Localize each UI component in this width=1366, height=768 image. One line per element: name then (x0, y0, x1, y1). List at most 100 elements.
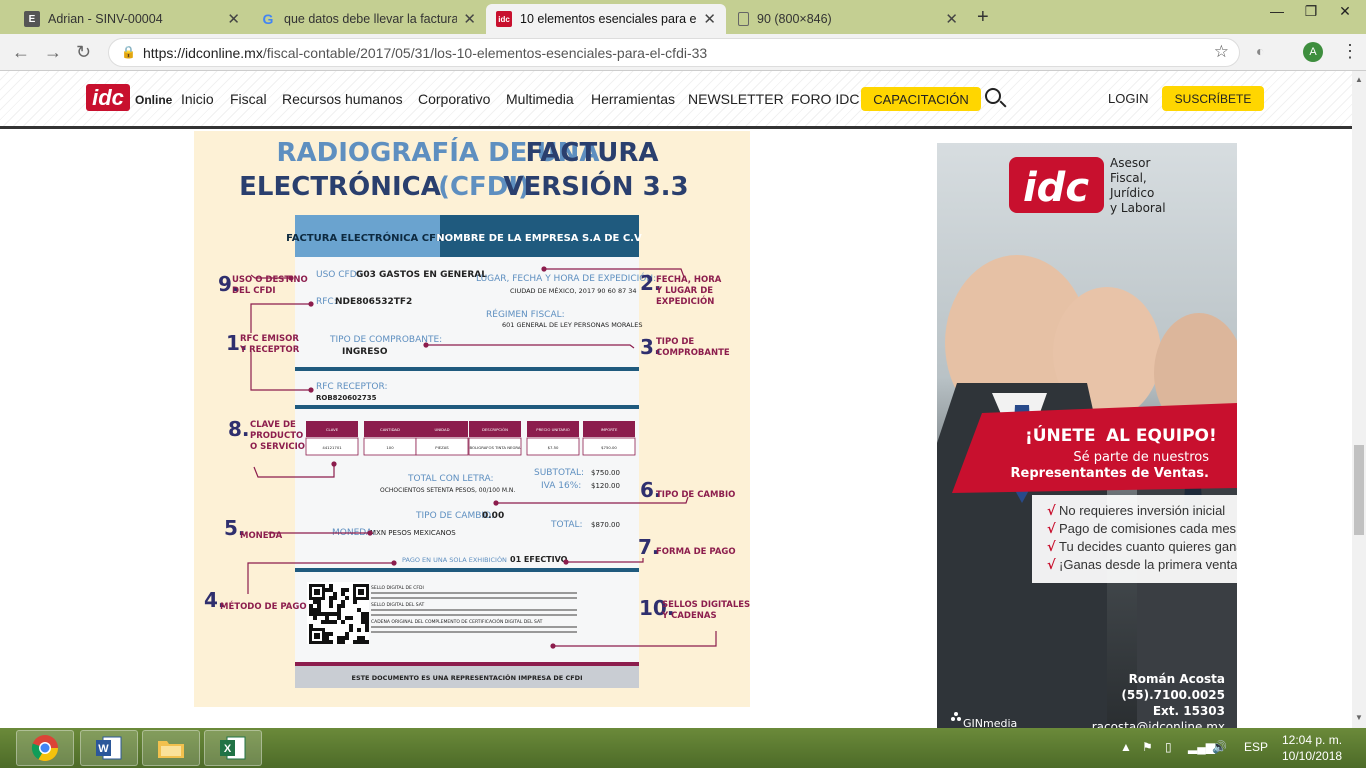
nav-newsletter[interactable]: NEWSLETTER (688, 91, 784, 107)
erp-favicon-icon: E (24, 11, 40, 27)
cfdi-infographic: RADIOGRAFÍA DE UNA FACTURA ELECTRÓNICA (… (194, 131, 750, 707)
volume-icon[interactable]: 🔊 (1212, 740, 1227, 754)
chrome-icon (31, 735, 59, 762)
close-tab-icon[interactable]: ✕ (463, 10, 476, 28)
table-cell-text: 100 (386, 445, 394, 450)
clock-date[interactable]: 10/10/2018 (1282, 749, 1342, 763)
tipo-comprobante-value: INGRESO (342, 347, 388, 357)
total-value: $870.00 (591, 521, 620, 529)
menu-icon[interactable]: ⋮ (1341, 41, 1359, 62)
table-header-text: UNIDAD (434, 427, 449, 432)
checkmark-icon: √ (1047, 540, 1056, 555)
nav-foro-idc[interactable]: FORO IDC (791, 91, 859, 107)
subscribe-button[interactable]: SUSCRÍBETE (1162, 86, 1264, 111)
google-favicon-icon: G (262, 11, 274, 27)
scroll-up-icon[interactable]: ▲ (1355, 75, 1363, 84)
rfc-label: RFC: (316, 297, 337, 307)
tab-google-search[interactable]: G que datos debe llevar la factura ✕ (250, 4, 486, 34)
ad-contact-name: Román Acosta (1129, 672, 1225, 686)
table-header-text: PRECIO UNITARIO (536, 427, 569, 432)
checkmark-icon: √ (1047, 504, 1056, 519)
ad-contact-phone: (55).7100.0025 (1121, 688, 1225, 702)
reload-icon[interactable]: ↻ (76, 42, 91, 63)
document-favicon-icon (738, 12, 749, 26)
word-icon: W (96, 736, 122, 760)
divider-bar (295, 568, 639, 572)
excel-taskbar-button[interactable]: X (204, 730, 262, 766)
ad-bullet-text: ¡Ganas desde la primera venta (1059, 557, 1237, 572)
table-header-text: DESCRIPCIÓN (482, 427, 508, 432)
tab-title: 10 elementos esenciales para el CFDI (520, 12, 697, 26)
table-header-text: CANTIDAD (380, 427, 400, 432)
table-header-text: IMPORTE (601, 427, 618, 432)
word-taskbar-button[interactable]: W (80, 730, 138, 766)
site-logo[interactable]: idc (86, 84, 130, 111)
header-left-text: FACTURA ELECTRÓNICA CFDI (286, 231, 448, 244)
total-label: TOTAL: (550, 520, 583, 530)
advertisement-banner[interactable]: idc Asesor Fiscal, Jurídico y Laboral ¡Ú… (937, 143, 1237, 728)
nav-multimedia[interactable]: Multimedia (506, 91, 574, 107)
ad-contact-email: racosta@idconline.mx (1092, 720, 1225, 728)
callout-label: Y CADENAS (661, 611, 717, 621)
address-bar[interactable]: 🔒 https://idconline.mx/fiscal-contable/2… (108, 38, 1240, 67)
tab-idc-article[interactable]: idc 10 elementos esenciales para el CFDI… (486, 4, 726, 34)
toolbar: ← → ↻ 🔒 https://idconline.mx/fiscal-cont… (0, 34, 1366, 71)
back-icon[interactable]: ← (12, 42, 30, 63)
nav-recursos-humanos[interactable]: Recursos humanos (282, 91, 403, 107)
callout-dot (550, 643, 556, 649)
site-header: idc Online Inicio Fiscal Recursos humano… (0, 71, 1352, 129)
bookmark-star-icon[interactable]: ☆ (1214, 42, 1229, 62)
capacitacion-button[interactable]: CAPACITACIÓN (861, 87, 981, 111)
forward-icon[interactable]: → (44, 42, 62, 63)
close-window-icon[interactable]: ✕ (1328, 0, 1362, 22)
page-viewport: idc Online Inicio Fiscal Recursos humano… (0, 71, 1366, 728)
callout-dot (563, 559, 569, 565)
ad-logo: idc (1023, 165, 1089, 211)
network-icon[interactable]: ▂▄▆ (1188, 740, 1215, 754)
tab-image[interactable]: 90 (800×846) ✕ (728, 4, 968, 34)
ad-headline-b: AL EQUIPO! (1106, 426, 1217, 446)
close-tab-icon[interactable]: ✕ (227, 10, 240, 28)
callout-number: 8. (228, 417, 250, 441)
callout-dot (331, 461, 337, 467)
callout-dot (308, 387, 314, 393)
language-indicator[interactable]: ESP (1244, 740, 1268, 754)
restore-icon[interactable]: ❐ (1294, 0, 1328, 22)
nav-inicio[interactable]: Inicio (181, 91, 214, 107)
nav-fiscal[interactable]: Fiscal (230, 91, 267, 107)
tipo-cambio-value: 0.00 (482, 511, 504, 521)
flag-icon[interactable]: ⚑ (1142, 740, 1153, 754)
callout-dot (308, 301, 314, 307)
callout-label: TIPO DE CAMBIO (656, 490, 735, 500)
search-icon[interactable] (985, 88, 1001, 104)
callout-label: CLAVE DE (250, 420, 296, 430)
extension-icon[interactable]: ◐ (1256, 43, 1264, 59)
clock-time[interactable]: 12:04 p. m. (1282, 733, 1342, 747)
ad-tagline-1: Asesor (1110, 156, 1150, 170)
lock-icon: 🔒 (121, 45, 136, 59)
minimize-icon[interactable]: — (1260, 0, 1294, 22)
tab-sinv[interactable]: E Adrian - SINV-00004 ✕ (14, 4, 250, 34)
checkmark-icon: √ (1047, 558, 1056, 573)
login-link[interactable]: LOGIN (1108, 91, 1148, 106)
power-icon[interactable]: ▯ (1165, 740, 1172, 754)
close-tab-icon[interactable]: ✕ (703, 10, 716, 28)
show-hidden-icons-icon[interactable]: ▲ (1120, 740, 1132, 754)
title-part-b: FACTURA (526, 138, 659, 168)
rfc-receptor-value: ROB820602735 (316, 394, 377, 402)
explorer-taskbar-button[interactable] (142, 730, 200, 766)
scroll-down-icon[interactable]: ▼ (1355, 713, 1363, 722)
divider-bar (295, 367, 639, 371)
subtotal-label: SUBTOTAL: (534, 468, 584, 478)
chrome-taskbar-button[interactable] (16, 730, 74, 766)
avatar[interactable]: A (1303, 42, 1323, 62)
close-tab-icon[interactable]: ✕ (945, 10, 958, 28)
nav-corporativo[interactable]: Corporativo (418, 91, 490, 107)
new-tab-icon[interactable]: + (977, 6, 989, 29)
nav-herramientas[interactable]: Herramientas (591, 91, 675, 107)
pago-value: 01 EFECTIVO (510, 555, 568, 564)
table-cell-text: BOLIGRAFOS TINTA NEGRA (470, 445, 521, 450)
page-scrollbar[interactable]: ▲ ▼ (1352, 71, 1366, 728)
ad-tagline-2: Fiscal, (1110, 171, 1147, 185)
scroll-thumb[interactable] (1354, 445, 1364, 535)
